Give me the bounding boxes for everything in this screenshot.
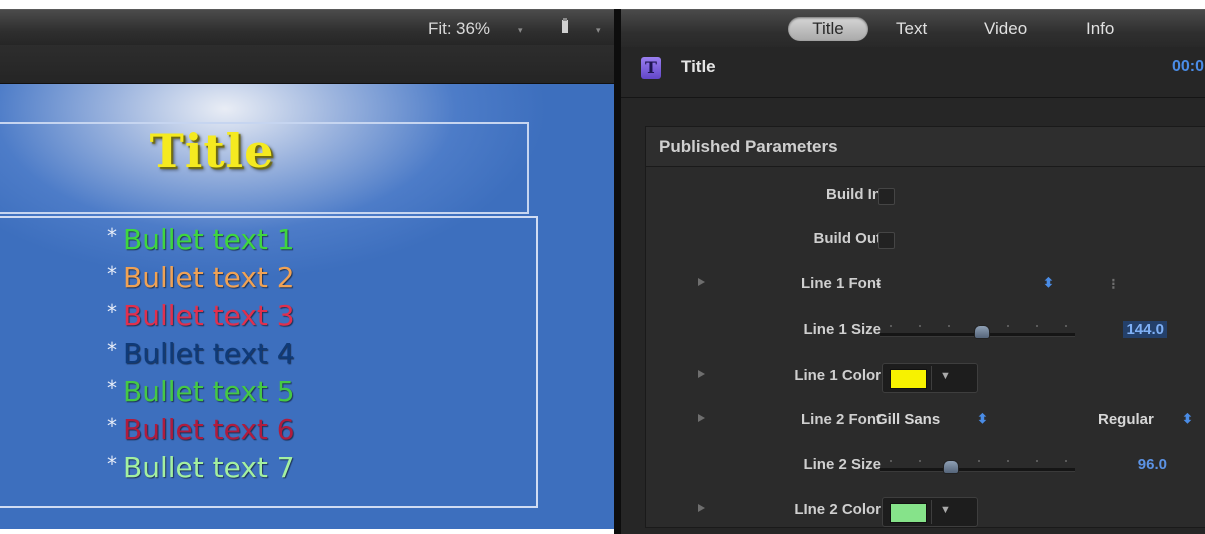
- viewer-toolbar: Fit: 36% ▾ ▾: [0, 9, 614, 45]
- canvas-bullet-line: * Bullet text 5: [107, 371, 295, 408]
- line1-font-stepper-icon[interactable]: ⬍: [1043, 275, 1054, 291]
- param-row-line2-font: Line 2 Font Gill Sans ⬍ Regular ⬍: [646, 399, 1205, 443]
- bullet-text: Bullet text 2: [123, 261, 295, 294]
- published-parameters-section: Published Parameters Build In Build Out …: [645, 126, 1205, 528]
- line1-style-stepper-icon[interactable]: ⁝: [1111, 275, 1116, 293]
- slider-thumb[interactable]: [974, 325, 990, 339]
- canvas-bullet-line: * Bullet text 2: [107, 257, 295, 294]
- build-in-checkbox[interactable]: [878, 188, 895, 205]
- param-label: LIne 2 Color: [794, 501, 881, 518]
- canvas-bullet-line: * Bullet text 4: [107, 333, 295, 370]
- param-label: Line 1 Size: [803, 321, 881, 338]
- canvas-bullet-line: * Bullet text 3: [107, 295, 295, 332]
- panel-divider[interactable]: [614, 9, 621, 534]
- line2-font-value[interactable]: Gill Sans: [876, 411, 940, 428]
- canvas-bullet-line: * Bullet text 6: [107, 409, 295, 446]
- bullet-asterisk: *: [107, 300, 117, 324]
- viewer-subbar: [0, 45, 614, 84]
- inspector-header: T Title 00:0: [621, 47, 1205, 98]
- line2-size-slider[interactable]: [880, 460, 1075, 474]
- line2-style-value[interactable]: Regular: [1098, 411, 1154, 428]
- slider-thumb[interactable]: [943, 460, 959, 474]
- color-swatch[interactable]: [890, 503, 927, 523]
- param-row-line2-color: LIne 2 Color ▼: [646, 489, 1205, 533]
- bullet-asterisk: *: [107, 262, 117, 286]
- color-swatch[interactable]: [890, 369, 927, 389]
- line2-color-well[interactable]: ▼: [882, 497, 978, 527]
- param-row-line2-size: Line 2 Size 96.0: [646, 444, 1205, 488]
- bullet-asterisk: *: [107, 338, 117, 362]
- build-out-checkbox[interactable]: [878, 232, 895, 249]
- line1-size-value[interactable]: 144.0: [1123, 321, 1167, 338]
- canvas-bullet-line: * Bullet text 7: [107, 447, 295, 484]
- tab-title[interactable]: Title: [788, 17, 868, 41]
- disclosure-triangle-icon[interactable]: [698, 278, 705, 286]
- line1-font-value[interactable]: -: [876, 275, 881, 292]
- bullet-asterisk: *: [107, 376, 117, 400]
- view-options-chevron-icon[interactable]: ▾: [596, 25, 601, 36]
- inspector-tab-bar: Title Text Video Info: [621, 9, 1205, 48]
- bullet-text: Bullet text 5: [123, 375, 295, 408]
- bullet-text: Bullet text 6: [123, 413, 295, 446]
- param-label: Build In: [826, 186, 881, 203]
- view-options-icon[interactable]: [560, 18, 570, 36]
- line2-style-stepper-icon[interactable]: ⬍: [1182, 411, 1193, 427]
- section-title: Published Parameters: [646, 127, 1205, 167]
- fit-label: Fit:: [428, 19, 452, 38]
- param-label: Build Out: [813, 230, 882, 247]
- color-menu-chevron-icon[interactable]: ▼: [940, 370, 951, 382]
- line1-color-well[interactable]: ▼: [882, 363, 978, 393]
- title-generator-icon: T: [641, 57, 661, 79]
- tab-video[interactable]: Video: [984, 17, 1027, 41]
- zoom-chevron-icon[interactable]: ▾: [518, 25, 523, 36]
- param-row-line1-color: Line 1 Color ▼: [646, 355, 1205, 399]
- bullet-text: Bullet text 7: [123, 451, 295, 484]
- bullet-text: Bullet text 4: [123, 337, 295, 370]
- param-label: Line 2 Font: [801, 411, 881, 428]
- disclosure-triangle-icon[interactable]: [698, 370, 705, 378]
- color-menu-chevron-icon[interactable]: ▼: [940, 504, 951, 516]
- inspector-panel: Title Text Video Info T Title 00:0 Publi…: [621, 9, 1205, 534]
- disclosure-triangle-icon[interactable]: [698, 504, 705, 512]
- duration-timecode: 00:0: [1172, 58, 1205, 75]
- param-row-line1-font: Line 1 Font - ⬍ ⁝: [646, 263, 1205, 307]
- line2-font-stepper-icon[interactable]: ⬍: [977, 411, 988, 427]
- tab-text[interactable]: Text: [896, 17, 927, 41]
- line2-size-value[interactable]: 96.0: [1138, 456, 1167, 473]
- param-label: Line 1 Color: [794, 367, 881, 384]
- bullet-text: Bullet text 1: [123, 223, 295, 256]
- bullet-asterisk: *: [107, 414, 117, 438]
- canvas-title-text: Title: [149, 124, 275, 178]
- line1-size-slider[interactable]: [880, 325, 1075, 339]
- param-label: Line 1 Font: [801, 275, 881, 292]
- param-row-build-out: Build Out: [646, 218, 1205, 262]
- bullet-text: Bullet text 3: [123, 299, 295, 332]
- param-row-line1-size: Line 1 Size 144.0: [646, 309, 1205, 353]
- inspector-title: Title: [681, 57, 716, 76]
- viewer-canvas[interactable]: Title * Bullet text 1 * Bullet text 2 * Bulle…: [0, 84, 614, 529]
- param-row-build-in: Build In: [646, 174, 1205, 218]
- viewer-panel: Fit: 36% ▾ ▾ Title * Bullet text 1 * Bullet…: [0, 0, 614, 534]
- zoom-value[interactable]: 36%: [456, 19, 490, 39]
- param-label: Line 2 Size: [803, 456, 881, 473]
- canvas-bullet-line: * Bullet text 1: [107, 219, 295, 256]
- tab-info[interactable]: Info: [1086, 17, 1114, 41]
- disclosure-triangle-icon[interactable]: [698, 414, 705, 422]
- bullet-asterisk: *: [107, 452, 117, 476]
- bullet-asterisk: *: [107, 224, 117, 248]
